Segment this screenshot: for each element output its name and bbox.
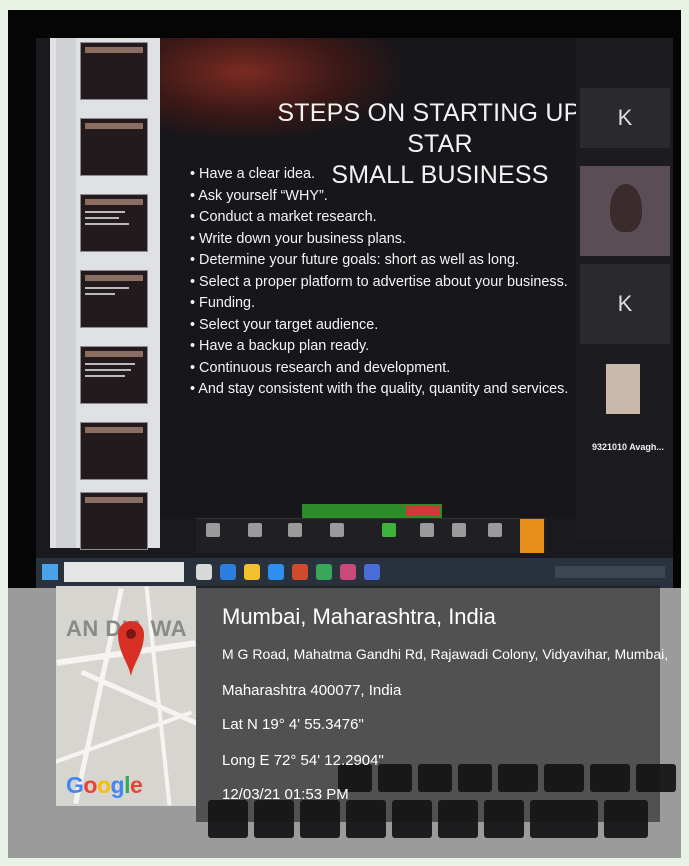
slide-bullet: Ask yourself “WHY”.: [190, 186, 568, 208]
google-logo: Google: [66, 772, 143, 798]
slide-bullet: Have a backup plan ready.: [190, 336, 568, 358]
geotag-longitude: Long E 72° 54' 12.2904": [222, 752, 384, 769]
more-button[interactable]: [520, 519, 544, 553]
edge-icon[interactable]: [220, 564, 236, 580]
windows-start-icon[interactable]: [42, 564, 58, 580]
participant-tile[interactable]: K: [580, 264, 670, 344]
participant-face: [610, 184, 642, 232]
slide-bullet: Select your target audience.: [190, 315, 568, 337]
stop-share-button[interactable]: [406, 506, 440, 516]
slide-thumbnail: [80, 492, 148, 550]
thumbnail-scroll-strip: [56, 38, 76, 548]
location-pin-icon: [118, 621, 144, 676]
security-icon[interactable]: [288, 523, 302, 537]
slide-bullet: And stay consistent with the quality, qu…: [190, 379, 568, 401]
participant-initial: K: [617, 105, 633, 130]
slide-thumbnail: [80, 422, 148, 480]
chrome-icon[interactable]: [316, 564, 332, 580]
pause-share-icon[interactable]: [420, 523, 434, 537]
mute-icon[interactable]: [206, 523, 220, 537]
geotag-address-line: M G Road, Mahatma Gandhi Rd, Rajawadi Co…: [222, 646, 669, 662]
participant-tile[interactable]: K: [580, 88, 670, 148]
geotag-address-line: Maharashtra 400077, India: [222, 682, 402, 699]
presentation-slide: STEPS ON STARTING UP A STAR SMALL BUSINE…: [160, 38, 608, 518]
slide-bullet: Write down your business plans.: [190, 229, 568, 251]
geotag-city: Mumbai, Maharashtra, India: [222, 604, 496, 629]
participant-video[interactable]: [580, 166, 670, 256]
slide-thumbnail: [80, 270, 148, 328]
participant-label: 9321010 Avagh...: [592, 442, 664, 452]
slide-thumbnail: [80, 194, 148, 252]
meeting-toolbar: [196, 518, 546, 553]
slide-thumbnail: [80, 42, 148, 100]
geotag-latitude: Lat N 19° 4' 55.3476": [222, 716, 364, 733]
slide-bullet: Conduct a market research.: [190, 207, 568, 229]
zoom-app-icon[interactable]: [268, 564, 284, 580]
participant-initial: K: [617, 291, 633, 316]
app-icon[interactable]: [364, 564, 380, 580]
app-icon[interactable]: [340, 564, 356, 580]
system-tray: [555, 566, 665, 578]
slide-bullet: Funding.: [190, 293, 568, 315]
taskbar-search-box[interactable]: [64, 562, 184, 582]
slide-bullet: Select a proper platform to advertise ab…: [190, 272, 568, 294]
new-share-icon[interactable]: [382, 523, 396, 537]
slide-thumbnail: [80, 346, 148, 404]
participant-gallery: K K 9321010 Avagh...: [576, 38, 673, 538]
task-view-icon[interactable]: [196, 564, 212, 580]
powerpoint-icon[interactable]: [292, 564, 308, 580]
slide-thumbnail: [80, 118, 148, 176]
remote-control-icon[interactable]: [488, 523, 502, 537]
geotag-datetime: 12/03/21 01:53 PM: [222, 786, 349, 803]
annotate-icon[interactable]: [452, 523, 466, 537]
participants-icon[interactable]: [330, 523, 344, 537]
slide-bullet: Have a clear idea.: [190, 164, 568, 186]
slide-bullet: Determine your future goals: short as we…: [190, 250, 568, 272]
video-icon[interactable]: [248, 523, 262, 537]
location-map: AN DIA WA Google: [56, 586, 196, 806]
participant-photo: [606, 364, 640, 414]
file-explorer-icon[interactable]: [244, 564, 260, 580]
geotag-panel: Mumbai, Maharashtra, India M G Road, Mah…: [196, 586, 668, 822]
laptop-screen: STEPS ON STARTING UP A STAR SMALL BUSINE…: [36, 38, 673, 588]
slide-bullet: Continuous research and development.: [190, 358, 568, 380]
windows-taskbar: [36, 558, 673, 588]
slide-bullet-list: Have a clear idea.Ask yourself “WHY”.Con…: [190, 164, 568, 401]
slide-thumbnail-panel: [50, 38, 160, 550]
photo-frame: STEPS ON STARTING UP A STAR SMALL BUSINE…: [8, 10, 681, 858]
slide-title-line: STEPS ON STARTING UP A STAR: [277, 99, 603, 158]
screen-share-bar[interactable]: [302, 504, 442, 518]
